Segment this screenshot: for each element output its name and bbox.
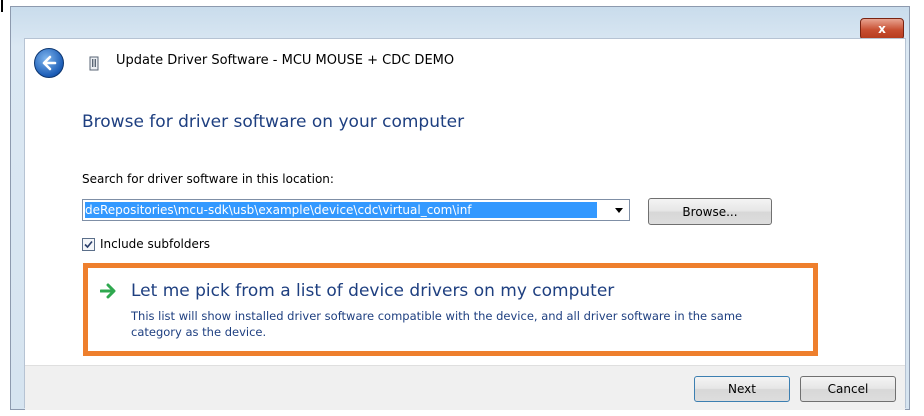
next-button[interactable]: Next [694,376,790,402]
pick-from-list-option[interactable]: Let me pick from a list of device driver… [83,263,818,356]
cancel-button[interactable]: Cancel [800,376,896,402]
usb-device-icon [89,56,99,71]
search-location-input[interactable]: deRepositories\mcu-sdk\usb\example\devic… [85,202,597,218]
pick-option-title[interactable]: Let me pick from a list of device driver… [131,281,614,301]
close-button[interactable]: x [860,18,904,40]
page-heading: Browse for driver software on your compu… [82,112,465,132]
include-subfolders-checkbox[interactable] [82,238,95,251]
window-title: Update Driver Software - MCU MOUSE + CDC… [116,53,455,68]
pick-option-description: This list will show installed driver sof… [131,309,743,339]
dropdown-button[interactable] [612,203,626,217]
browse-button[interactable]: Browse... [648,198,772,225]
back-arrow-icon [42,55,57,71]
back-button[interactable] [34,48,64,78]
search-location-label: Search for driver software in this locat… [82,172,334,186]
close-icon: x [878,22,886,36]
chevron-down-icon [615,207,623,213]
include-subfolders-label[interactable]: Include subfolders [100,237,210,251]
checkmark-icon [84,240,93,249]
green-arrow-icon [100,283,116,299]
search-location-combobox[interactable]: deRepositories\mcu-sdk\usb\example\devic… [82,199,630,221]
